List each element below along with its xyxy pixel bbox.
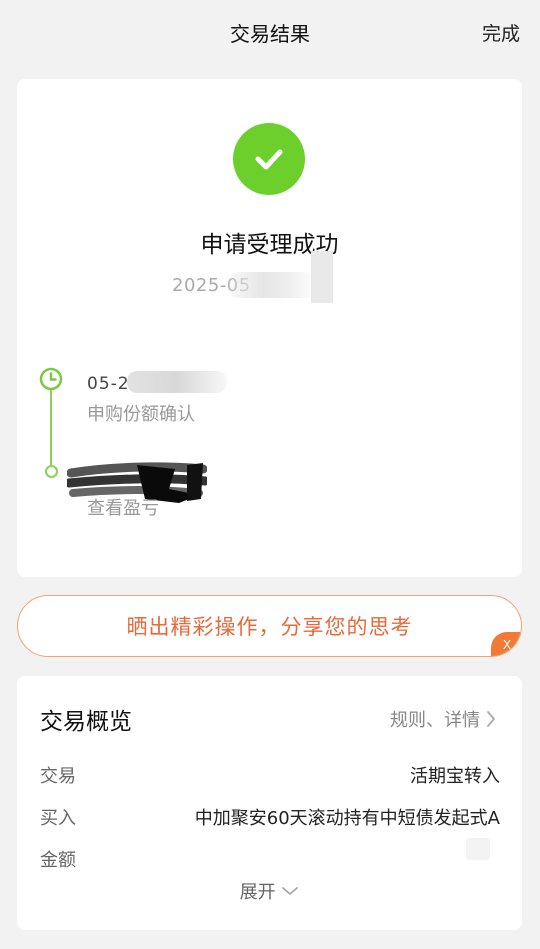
timeline-dot bbox=[45, 465, 58, 478]
top-bar: 交易结果 完成 bbox=[0, 0, 540, 64]
row-value-trade: 活期宝转入 bbox=[410, 766, 500, 787]
success-check-icon bbox=[233, 123, 305, 195]
row-label-buy: 买入 bbox=[40, 808, 76, 829]
step-label-confirm: 申购份额确认 bbox=[87, 404, 195, 425]
row-label-amount: 金额 bbox=[40, 850, 76, 871]
redaction-block bbox=[311, 251, 333, 303]
rules-details-label: 规则、详情 bbox=[390, 710, 480, 731]
redaction-smudge bbox=[227, 272, 317, 298]
done-button[interactable]: 完成 bbox=[482, 19, 520, 46]
expand-button[interactable]: 展开 bbox=[17, 878, 522, 904]
share-banner[interactable]: 晒出精彩操作，分享您的思考 X bbox=[17, 595, 522, 657]
chevron-down-icon bbox=[282, 887, 299, 895]
redaction-smudge bbox=[127, 371, 227, 393]
timeline-line bbox=[50, 381, 52, 469]
close-share-button[interactable]: X bbox=[491, 632, 521, 656]
chevron-right-icon bbox=[487, 711, 495, 727]
overview-title: 交易概览 bbox=[40, 709, 132, 735]
expand-label: 展开 bbox=[239, 882, 276, 903]
redaction-block bbox=[466, 838, 490, 860]
rules-details-link[interactable]: 规则、详情 bbox=[390, 706, 496, 732]
page-title: 交易结果 bbox=[230, 22, 310, 46]
row-label-trade: 交易 bbox=[40, 766, 76, 787]
share-text: 晒出精彩操作，分享您的思考 bbox=[126, 615, 413, 639]
result-status-title: 申请受理成功 bbox=[200, 232, 339, 258]
row-value-fund: 中加聚安60天滚动持有中短债发起式A bbox=[194, 808, 500, 829]
clock-icon bbox=[39, 367, 63, 391]
result-card: 申请受理成功 2025-05 05-27 星 申购份额确认 查看盈亏 bbox=[17, 79, 522, 577]
overview-card: 交易概览 规则、详情 交易 活期宝转入 买入 中加聚安60天滚动持有中短债发起式… bbox=[17, 676, 522, 930]
step-label-pnl[interactable]: 查看盈亏 bbox=[87, 494, 159, 520]
